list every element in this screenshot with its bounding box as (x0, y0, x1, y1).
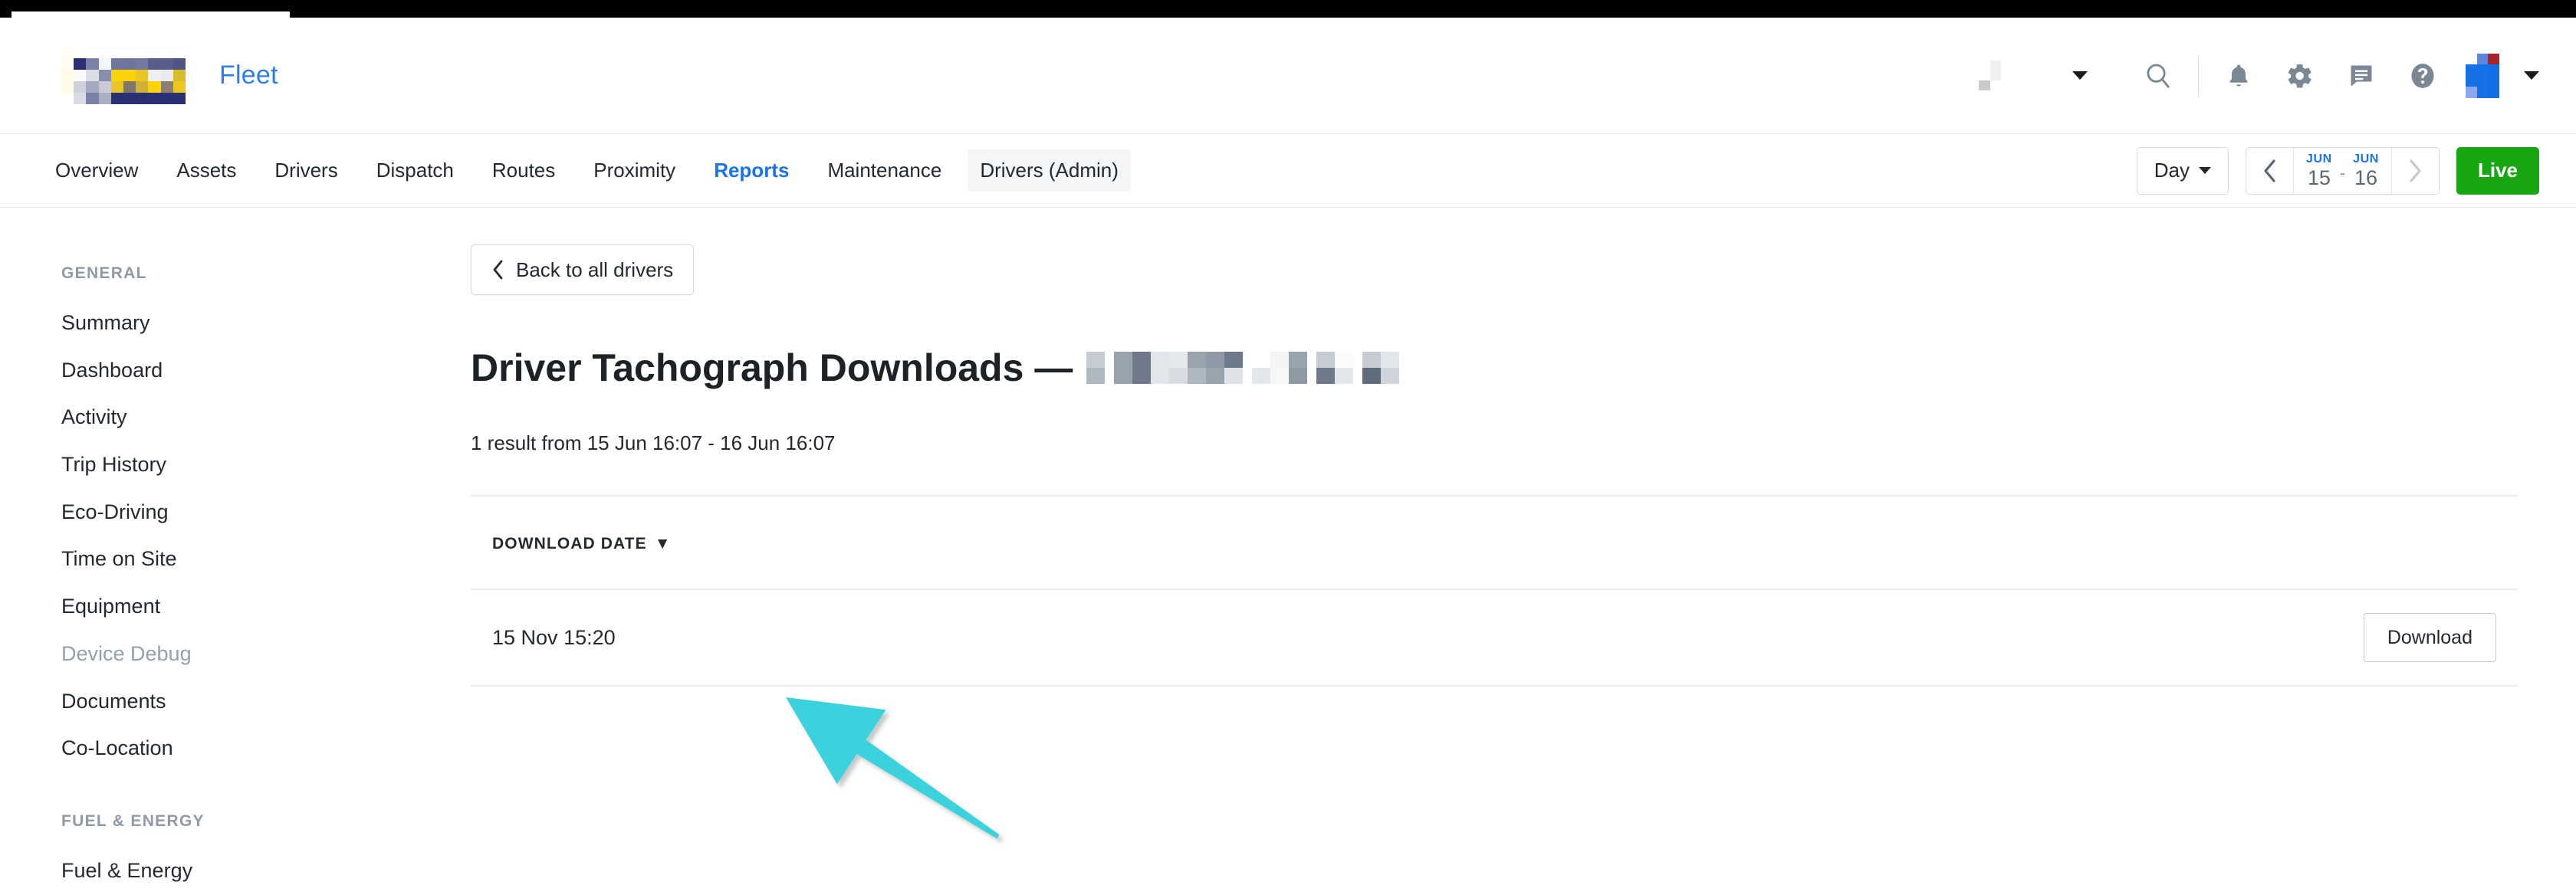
date-range-values[interactable]: JUN 15 - JUN 16 (2294, 148, 2391, 194)
nav-item-dispatch[interactable]: Dispatch (364, 149, 466, 192)
nav-item-assets[interactable]: Assets (164, 149, 248, 192)
pixelated-user-avatar-icon[interactable] (2466, 53, 2510, 98)
title-dash: — (1034, 346, 1073, 389)
end-day: 16 (2354, 166, 2378, 189)
sidebar-item-trip-history[interactable]: Trip History (0, 441, 460, 489)
sidebar-item-device-debug[interactable]: Device Debug (0, 631, 460, 678)
chat-icon[interactable] (2339, 54, 2384, 98)
nav-items: Overview Assets Drivers Dispatch Routes Proxi… (0, 149, 1145, 192)
chevron-left-icon (493, 260, 503, 280)
divider (471, 495, 2518, 497)
period-select[interactable]: Day (2136, 146, 2229, 195)
start-day: 15 (2307, 166, 2331, 189)
column-header-label: DOWNLOAD DATE (492, 535, 647, 552)
back-to-all-drivers-button[interactable]: Back to all drivers (471, 244, 695, 295)
sidebar-item-equipment[interactable]: Equipment (0, 583, 460, 631)
sidebar-group-title-general: GENERAL (61, 264, 147, 282)
sidebar-item-eco-driving[interactable]: Eco-Driving (0, 489, 460, 536)
primary-nav: Overview Assets Drivers Dispatch Routes Proxi… (0, 134, 2576, 208)
sidebar-group-title-fuel-energy: FUEL & ENERGY (61, 811, 205, 830)
live-button[interactable]: Live (2456, 146, 2539, 195)
start-month: JUN (2306, 152, 2332, 166)
period-label: Day (2154, 159, 2190, 182)
pixelated-company-logo-icon (61, 46, 186, 105)
next-period-button[interactable] (2390, 147, 2439, 194)
nav-item-drivers[interactable]: Drivers (262, 149, 350, 192)
account-chevron-down-icon[interactable] (2072, 71, 2088, 80)
date-range-picker: JUN 15 - JUN 16 (2246, 146, 2440, 195)
redacted-name-block (1316, 352, 1354, 384)
header-divider (2198, 55, 2199, 96)
nav-item-maintenance[interactable]: Maintenance (815, 149, 954, 192)
reports-sidebar: GENERAL Summary Dashboard Activity Trip Hist… (0, 208, 460, 882)
brand-name[interactable]: Fleet (219, 61, 278, 90)
search-icon[interactable] (2136, 54, 2180, 98)
sidebar-item-documents[interactable]: Documents (0, 678, 460, 726)
nav-item-routes[interactable]: Routes (480, 149, 567, 192)
date-range-end: JUN 16 (2353, 152, 2379, 189)
bell-icon[interactable] (2216, 54, 2261, 98)
nav-item-overview[interactable]: Overview (43, 149, 150, 192)
redacted-name-block (1362, 352, 1400, 384)
sidebar-item-dashboard[interactable]: Dashboard (0, 347, 460, 395)
column-header-download-date[interactable]: DOWNLOAD DATE ▼ (492, 535, 672, 553)
row-download-date: 15 Nov 15:20 (492, 625, 616, 649)
back-button-label: Back to all drivers (516, 257, 674, 281)
sidebar-item-fuel-energy[interactable]: Fuel & Energy (0, 847, 460, 895)
nav-item-drivers-admin[interactable]: Drivers (Admin) (968, 149, 1131, 192)
sidebar-item-time-on-site[interactable]: Time on Site (0, 536, 460, 583)
nav-item-reports[interactable]: Reports (702, 149, 801, 192)
prev-period-button[interactable] (2246, 147, 2295, 194)
nav-controls: Day JUN 15 - JUN 16 Live (2136, 146, 2576, 195)
redacted-account-name (1979, 60, 2013, 91)
divider (471, 685, 2518, 687)
date-separator: - (2339, 162, 2346, 182)
date-range-start: JUN 15 (2306, 152, 2332, 189)
brand[interactable]: Fleet (0, 46, 278, 105)
redacted-name-block (1086, 352, 1106, 384)
help-icon[interactable] (2400, 54, 2445, 98)
chrome-left-block (0, 0, 12, 18)
chrome-right-block (290, 0, 2576, 18)
app-header: Fleet (0, 18, 2576, 134)
chevron-down-icon (2199, 167, 2212, 174)
main-content: Back to all drivers Driver Tachograph Do… (460, 208, 2576, 882)
sidebar-item-activity[interactable]: Activity (0, 394, 460, 441)
table-row[interactable]: 15 Nov 15:20 Download (471, 590, 2518, 685)
page-title-text: Driver Tachograph Downloads (471, 346, 1024, 389)
sidebar-item-co-location[interactable]: Co-Location (0, 725, 460, 772)
download-button[interactable]: Download (2363, 613, 2496, 662)
result-count: 1 result from 15 Jun 16:07 - 16 Jun 16:0… (471, 431, 836, 454)
avatar-chevron-down-icon[interactable] (2524, 71, 2539, 80)
header-actions (1979, 53, 2576, 98)
redacted-driver-name (1086, 352, 1408, 384)
redacted-name-block (1114, 352, 1244, 384)
sort-desc-icon: ▼ (654, 535, 672, 552)
nav-item-proximity[interactable]: Proximity (581, 149, 688, 192)
redacted-name-block (1252, 352, 1308, 384)
sidebar-item-summary[interactable]: Summary (0, 300, 460, 347)
end-month: JUN (2353, 152, 2379, 166)
page-title: Driver Tachograph Downloads — (471, 346, 2576, 390)
gear-icon[interactable] (2278, 54, 2322, 98)
